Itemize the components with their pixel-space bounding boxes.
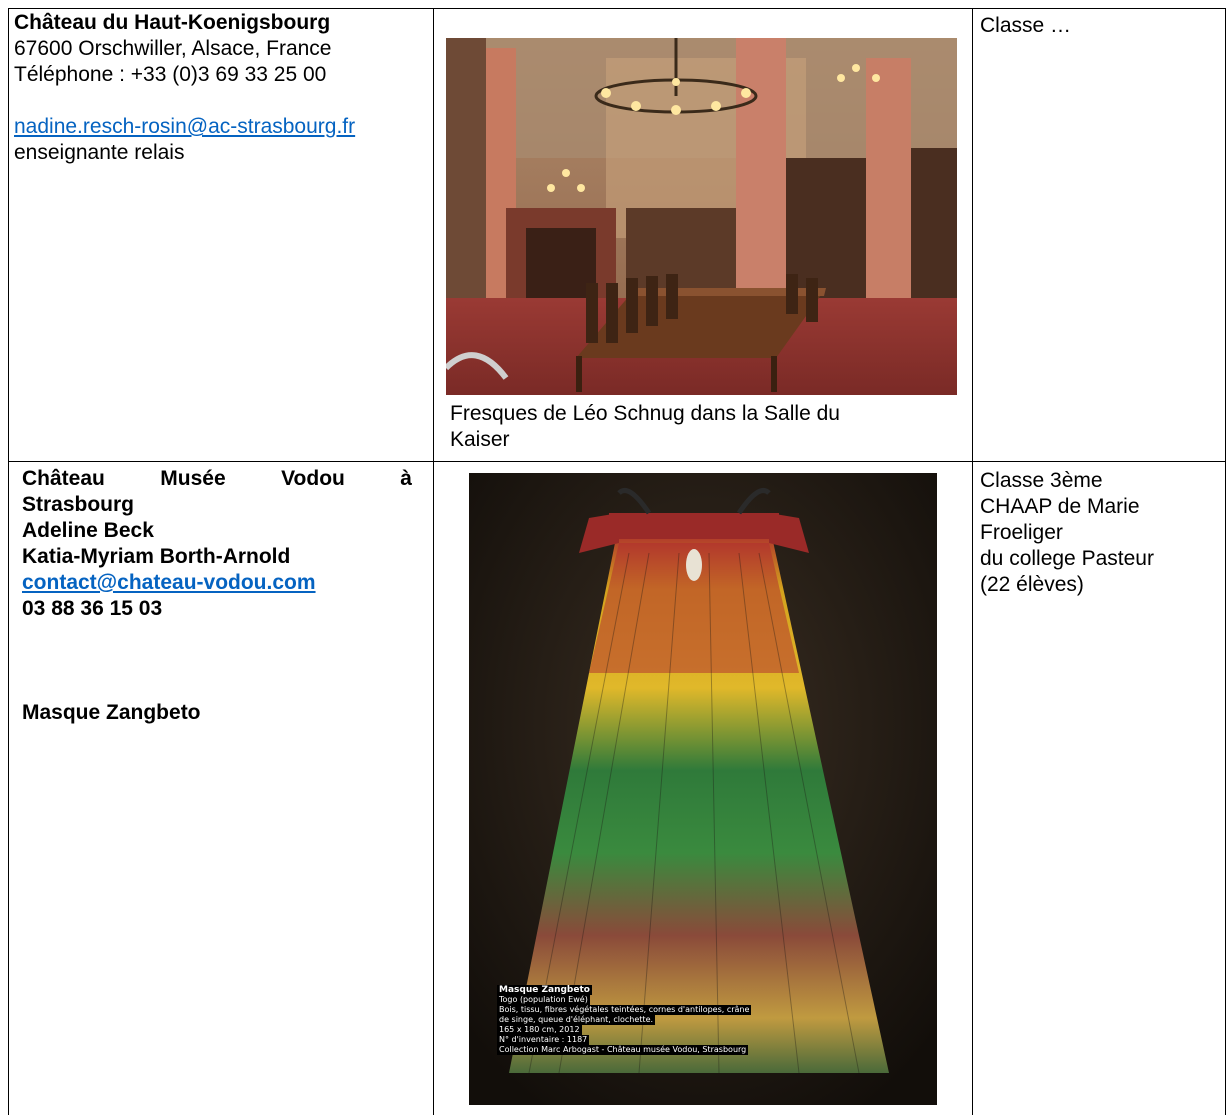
row1-class-cell: Classe …	[980, 13, 1220, 39]
table-border-top	[8, 8, 1226, 9]
venue-name: Château du Haut-Koenigsbourg	[14, 11, 331, 34]
table-row-divider	[8, 461, 1226, 462]
venue-email-link[interactable]: nadine.resch-rosin@ac-strasbourg.fr	[14, 115, 355, 138]
placard-line: 165 x 180 cm, 2012	[497, 1025, 582, 1035]
artwork-title: Masque Zangbeto	[22, 701, 201, 724]
venue-name-line2: Strasbourg	[22, 493, 135, 516]
class-info-line: Classe 3ème	[980, 469, 1103, 492]
document-table: Château du Haut-Koenigsbourg 67600 Orsch…	[8, 8, 1226, 1115]
salle-du-kaiser-photo	[446, 38, 957, 395]
venue-contact-role: enseignante relais	[14, 141, 185, 164]
venue-email-link[interactable]: contact@chateau-vodou.com	[22, 571, 316, 594]
venue-address: 67600 Orschwiller, Alsace, France	[14, 37, 332, 60]
venue-name-word: à	[400, 467, 412, 490]
class-info-line: Froeliger	[980, 521, 1063, 544]
row1-venue-cell: Château du Haut-Koenigsbourg 67600 Orsch…	[14, 10, 426, 166]
placard-title: Masque Zangbeto	[497, 985, 592, 995]
placard-line: Bois, tissu, fibres végétales teintées, …	[497, 1005, 752, 1015]
venue-name-word: Vodou	[281, 467, 345, 490]
row2-class-cell: Classe 3ème CHAAP de Marie Froeliger du …	[980, 468, 1220, 598]
venue-name-word: Château	[22, 467, 105, 490]
contact-name: Katia-Myriam Borth-Arnold	[22, 545, 291, 568]
venue-phone: 03 88 36 15 03	[22, 597, 163, 620]
photo-caption: Fresques de Léo Schnug dans la Salle du …	[450, 401, 950, 453]
venue-name-word: Musée	[160, 467, 226, 490]
class-info-line: (22 élèves)	[980, 573, 1084, 596]
photo-caption-line2: Kaiser	[450, 428, 510, 451]
contact-name: Adeline Beck	[22, 519, 154, 542]
placard-line: N° d'inventaire : 1187	[497, 1035, 590, 1045]
museum-placard: Masque Zangbeto Togo (population Ewé) Bo…	[497, 985, 752, 1055]
masque-zangbeto-photo: Masque Zangbeto Togo (population Ewé) Bo…	[469, 473, 937, 1105]
placard-line: Collection Marc Arbogast - Château musée…	[497, 1045, 749, 1055]
venue-name-line1: Château Musée Vodou à	[22, 466, 412, 492]
placard-line: Togo (population Ewé)	[497, 995, 590, 1005]
class-info-line: CHAAP de Marie	[980, 495, 1140, 518]
table-column-divider-2	[972, 8, 973, 1115]
row2-venue-cell: Château Musée Vodou à Strasbourg Adeline…	[22, 466, 426, 726]
table-column-divider-1	[433, 8, 434, 1115]
table-border-left	[8, 8, 9, 1115]
venue-phone: Téléphone : +33 (0)3 69 33 25 00	[14, 63, 327, 86]
salle-du-kaiser-illustration	[446, 38, 957, 395]
placard-line: de singe, queue d'éléphant, clochette.	[497, 1015, 656, 1025]
photo-caption-line1: Fresques de Léo Schnug dans la Salle du	[450, 402, 840, 425]
class-info: Classe …	[980, 14, 1072, 37]
class-info-line: du college Pasteur	[980, 547, 1154, 570]
